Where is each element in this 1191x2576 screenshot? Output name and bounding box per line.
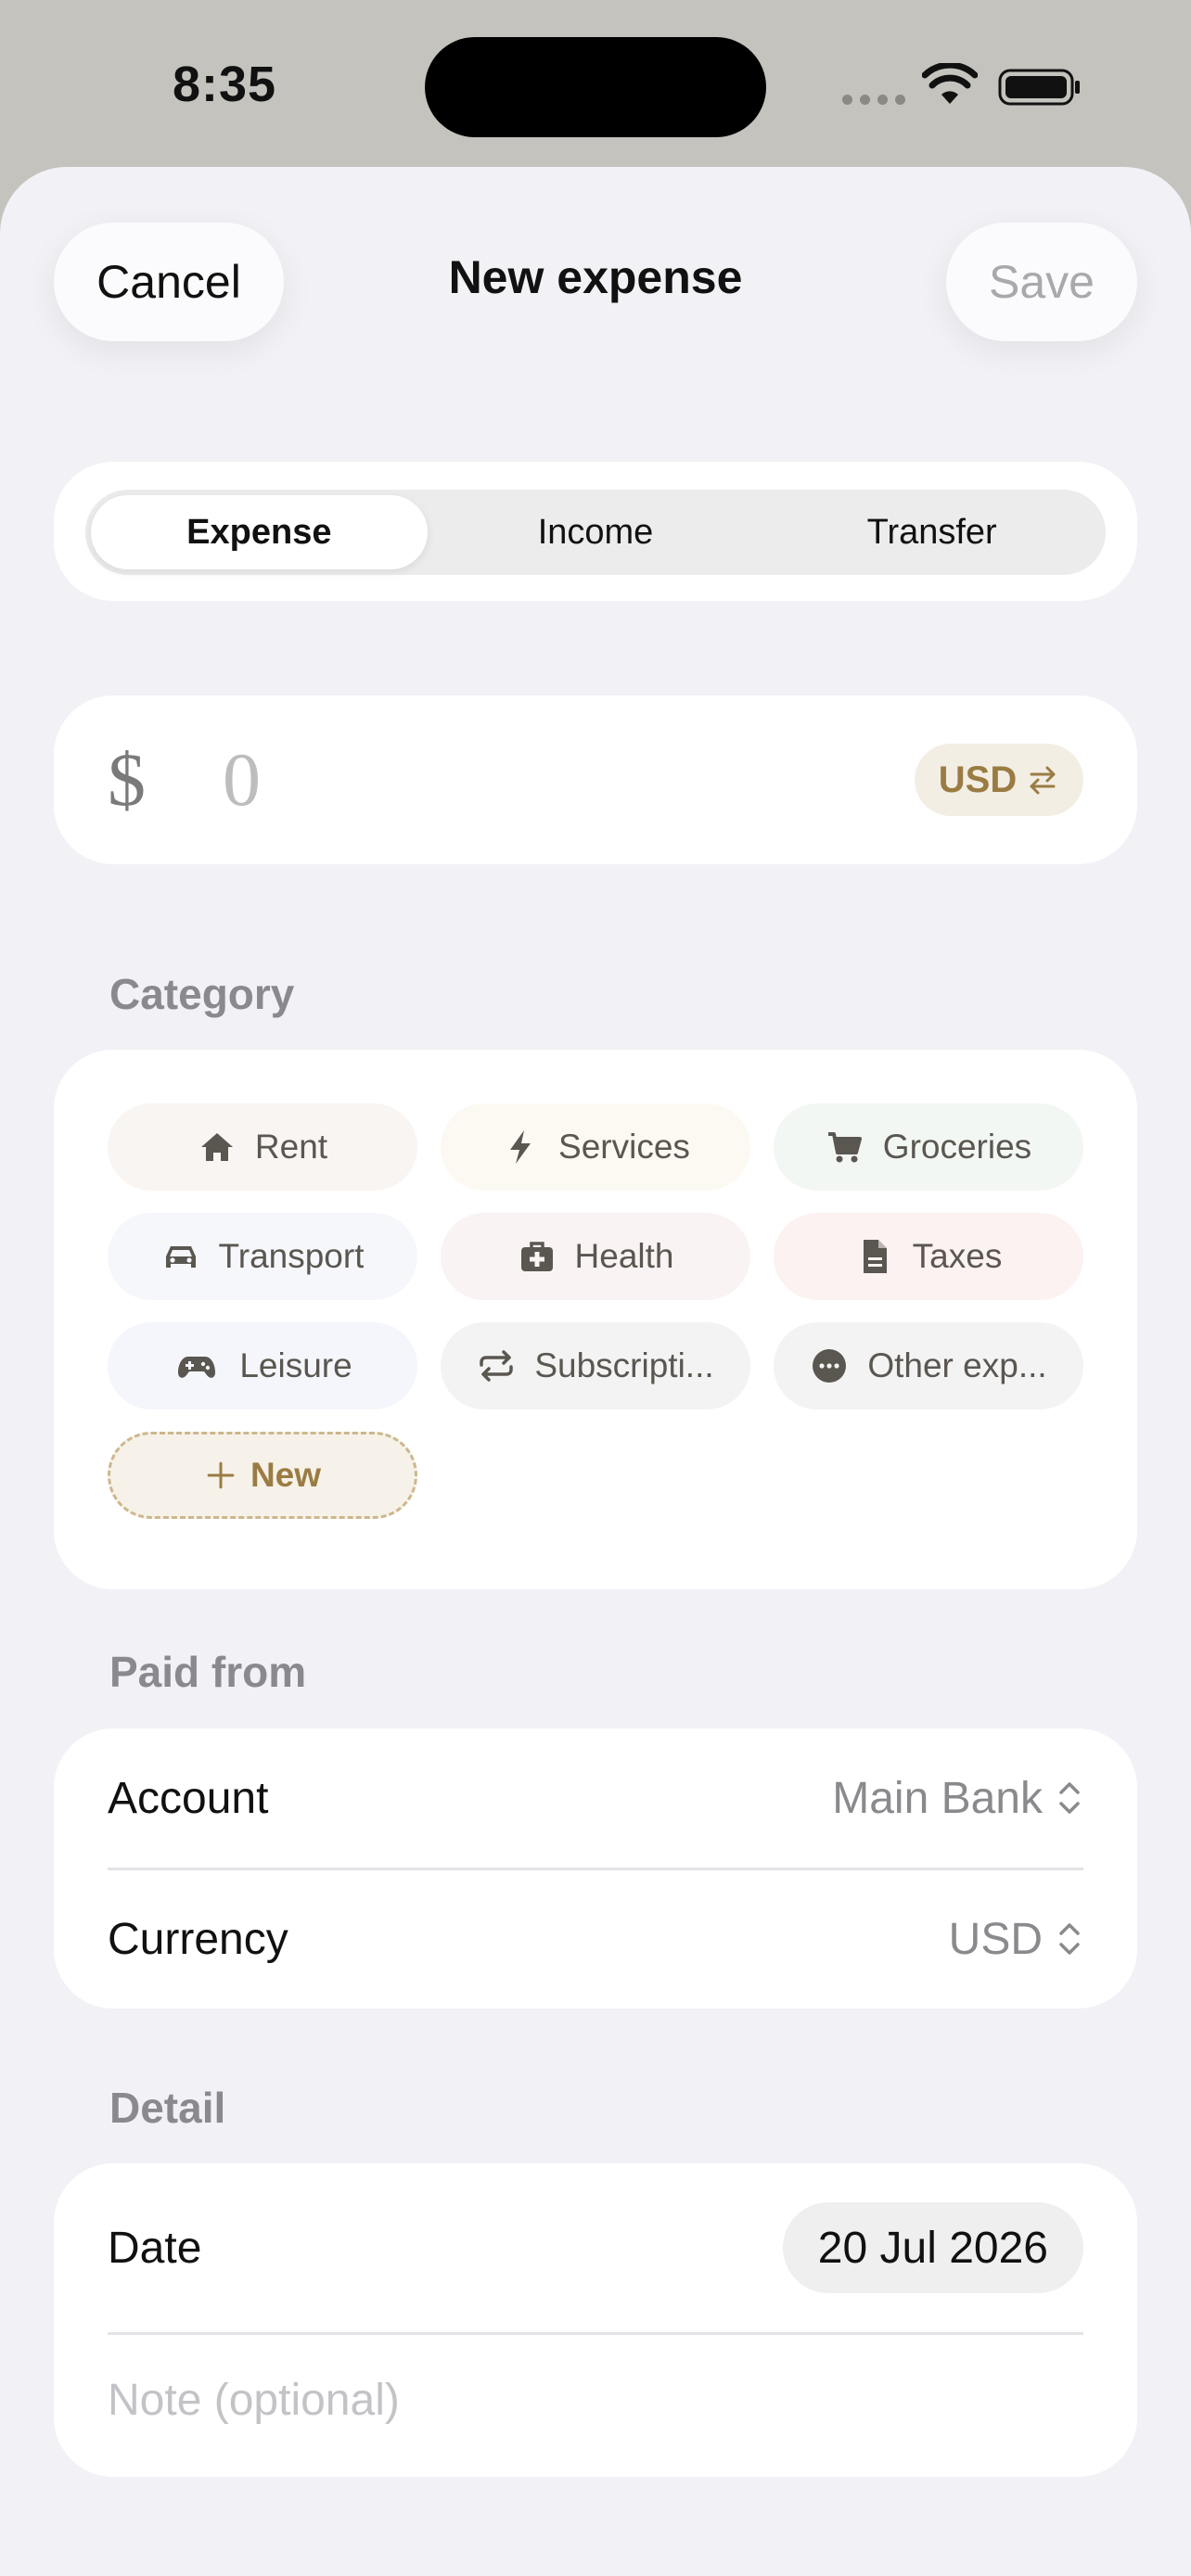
currency-symbol: $ <box>108 737 146 822</box>
amount-input[interactable]: 0 <box>223 736 261 823</box>
new-category-label: New <box>250 1456 322 1494</box>
category-chip-label: Subscripti... <box>534 1346 714 1384</box>
repeat-icon <box>480 1350 514 1382</box>
currency-switch-button[interactable]: USD <box>915 744 1083 816</box>
category-chip-label: Groceries <box>882 1128 1032 1166</box>
battery-icon <box>998 69 1080 106</box>
currency-label: Currency <box>108 1914 288 1964</box>
category-chip-transport[interactable]: Transport <box>108 1213 417 1300</box>
document-icon <box>863 1240 887 1273</box>
account-label: Account <box>108 1773 269 1823</box>
currency-row[interactable]: Currency USD <box>108 1905 1083 1973</box>
medkit-icon <box>520 1242 553 1271</box>
transaction-type-segmented-control: Expense Income Transfer <box>85 490 1106 575</box>
category-chip-health[interactable]: Health <box>441 1213 750 1300</box>
wifi-icon <box>922 63 978 104</box>
currency-code: USD <box>938 759 1018 800</box>
category-chip-groceries[interactable]: Groceries <box>774 1103 1083 1191</box>
dynamic-island <box>425 37 766 137</box>
status-bar: 8:35 <box>0 0 1191 167</box>
date-label: Date <box>108 2223 202 2273</box>
detail-card: Date 20 Jul 2026 <box>54 2163 1137 2477</box>
category-chip-label: Services <box>558 1128 690 1166</box>
account-value: Main Bank <box>832 1773 1043 1823</box>
new-category-button[interactable]: New <box>108 1432 417 1519</box>
status-time: 8:35 <box>173 57 277 112</box>
paid-from-card: Account Main Bank Currency USD <box>54 1728 1137 2009</box>
currency-picker[interactable]: USD <box>949 1914 1083 1965</box>
category-chip-subscriptions[interactable]: Subscripti... <box>441 1322 750 1409</box>
category-chip-label: Transport <box>218 1237 365 1275</box>
category-chip-taxes[interactable]: Taxes <box>774 1213 1083 1300</box>
divider <box>108 1868 1083 1870</box>
tab-income[interactable]: Income <box>428 495 764 569</box>
category-chip-label: Health <box>574 1237 674 1275</box>
tab-transfer[interactable]: Transfer <box>763 495 1100 569</box>
transaction-type-card: Expense Income Transfer <box>54 462 1137 601</box>
category-chip-other[interactable]: Other exp... <box>774 1322 1083 1409</box>
category-chip-rent[interactable]: Rent <box>108 1103 417 1191</box>
gamepad-icon <box>178 1357 216 1378</box>
divider <box>108 2332 1083 2335</box>
tab-expense[interactable]: Expense <box>91 495 428 569</box>
chevron-updown-icon <box>1059 1923 1080 1955</box>
car-icon <box>165 1246 196 1268</box>
cellular-signal-icon <box>842 95 905 105</box>
currency-value: USD <box>948 1914 1043 1964</box>
new-expense-sheet: Cancel New expense Save Expense Income T… <box>0 167 1191 2576</box>
category-chip-label: Other exp... <box>867 1346 1047 1384</box>
swap-arrows-icon <box>1030 766 1056 795</box>
chevron-updown-icon <box>1059 1782 1080 1814</box>
date-picker-button[interactable]: 20 Jul 2026 <box>782 2202 1083 2293</box>
category-chip-services[interactable]: Services <box>441 1103 750 1191</box>
plus-icon <box>207 1461 235 1489</box>
account-picker[interactable]: Main Bank <box>832 1773 1083 1824</box>
cart-icon <box>827 1132 862 1163</box>
date-row: Date 20 Jul 2026 <box>108 2202 1083 2293</box>
category-chip-label: Taxes <box>912 1237 1003 1275</box>
bolt-icon <box>510 1130 531 1164</box>
category-chips: Rent Services Groceries Transport Health… <box>108 1103 1083 1519</box>
category-section-label: Category <box>109 970 295 1018</box>
category-chip-label: Rent <box>254 1128 328 1166</box>
account-row[interactable]: Account Main Bank <box>108 1764 1083 1832</box>
category-card: Rent Services Groceries Transport Health… <box>54 1050 1137 1589</box>
note-input[interactable] <box>108 2366 1083 2434</box>
more-icon <box>813 1349 847 1383</box>
house-icon <box>200 1133 233 1161</box>
category-chip-leisure[interactable]: Leisure <box>108 1322 417 1409</box>
paid-from-section-label: Paid from <box>109 1648 307 1696</box>
category-chip-label: Leisure <box>239 1346 352 1384</box>
detail-section-label: Detail <box>109 2084 226 2132</box>
save-button[interactable]: Save <box>946 223 1137 341</box>
amount-card[interactable]: $ 0 USD <box>54 695 1137 864</box>
